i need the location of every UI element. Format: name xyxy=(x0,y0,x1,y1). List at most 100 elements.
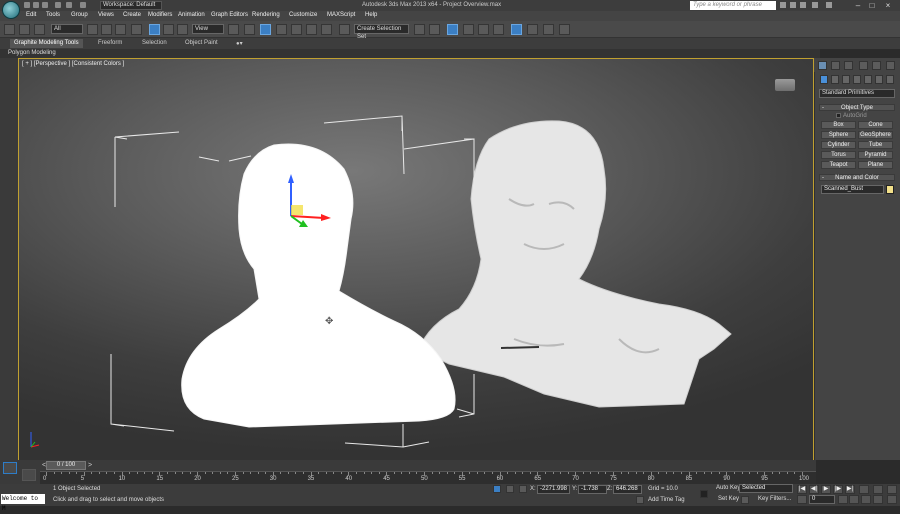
layer-manager-icon[interactable] xyxy=(447,24,458,35)
modify-tab-icon[interactable] xyxy=(831,61,840,70)
maximize-icon[interactable]: □ xyxy=(866,0,878,11)
reference-coordinate-select[interactable]: View xyxy=(192,24,224,34)
key-filters-button[interactable]: Key Filters... xyxy=(758,495,791,504)
field-of-view-icon[interactable] xyxy=(861,495,871,504)
autogrid-checkbox[interactable]: AutoGrid xyxy=(836,113,867,119)
pyramid-button[interactable]: Pyramid xyxy=(858,151,893,159)
menu-rendering[interactable]: Rendering xyxy=(252,12,280,18)
default-in-out-tangents-icon[interactable] xyxy=(741,496,749,504)
pan-view-icon[interactable] xyxy=(849,495,859,504)
keyboard-shortcut-override-icon[interactable] xyxy=(260,24,271,35)
communication-center-icon[interactable] xyxy=(800,2,806,8)
search-input[interactable]: Type a keyword or phrase xyxy=(690,1,776,10)
helpers-icon[interactable] xyxy=(864,75,872,84)
project-folder-icon[interactable] xyxy=(80,2,86,8)
geosphere-button[interactable]: GeoSphere xyxy=(858,131,893,139)
window-crossing-icon[interactable] xyxy=(131,24,142,35)
zoom-icon[interactable] xyxy=(859,485,869,494)
render-production-icon[interactable] xyxy=(559,24,570,35)
tab-object-paint[interactable]: Object Paint xyxy=(185,40,218,46)
sphere-button[interactable]: Sphere xyxy=(821,131,856,139)
space-warps-icon[interactable] xyxy=(875,75,883,84)
graphite-toggle-icon[interactable] xyxy=(463,24,474,35)
menu-customize[interactable]: Customize xyxy=(289,12,317,18)
close-icon[interactable]: × xyxy=(882,0,894,11)
auto-key-button[interactable]: Auto Key xyxy=(716,484,740,493)
select-manipulate-icon[interactable] xyxy=(244,24,255,35)
mini-curve-editor-icon[interactable] xyxy=(3,462,17,474)
lights-icon[interactable] xyxy=(842,75,850,84)
cone-button[interactable]: Cone xyxy=(858,121,893,129)
menu-edit[interactable]: Edit xyxy=(26,12,36,18)
minimize-icon[interactable]: – xyxy=(852,0,864,11)
edit-named-selection-icon[interactable] xyxy=(339,24,350,35)
unlink-icon[interactable] xyxy=(19,24,30,35)
select-and-scale-icon[interactable] xyxy=(177,24,188,35)
named-selection-sets-select[interactable]: Create Selection Set xyxy=(354,24,409,40)
next-frame-icon[interactable]: |▶ xyxy=(833,485,843,494)
menu-tools[interactable]: Tools xyxy=(46,12,60,18)
mirror-icon[interactable] xyxy=(414,24,425,35)
object-type-rollout[interactable]: Object Type xyxy=(819,104,895,112)
timeline-toggle-icon[interactable] xyxy=(22,469,36,481)
cameras-icon[interactable] xyxy=(853,75,861,84)
z-coordinate-field[interactable]: 646.268 xyxy=(613,485,642,494)
workspace-select[interactable]: Workspace: Default xyxy=(100,1,162,10)
box-button[interactable]: Box xyxy=(821,121,856,129)
tab-freeform[interactable]: Freeform xyxy=(98,40,122,46)
systems-icon[interactable] xyxy=(886,75,894,84)
new-file-icon[interactable] xyxy=(24,2,30,8)
next-frame-arrow-icon[interactable]: > xyxy=(86,461,94,470)
create-tab-icon[interactable] xyxy=(818,61,827,70)
time-slider-knob[interactable]: 0 / 100 xyxy=(46,461,86,470)
menu-modifiers[interactable]: Modifiers xyxy=(148,12,172,18)
orbit-icon[interactable] xyxy=(873,495,883,504)
utilities-tab-icon[interactable] xyxy=(886,61,895,70)
pivot-center-icon[interactable] xyxy=(228,24,239,35)
go-to-start-icon[interactable]: |◀ xyxy=(797,485,807,494)
tab-selection[interactable]: Selection xyxy=(142,40,167,46)
favorites-icon[interactable] xyxy=(812,2,818,8)
subscription-icon[interactable] xyxy=(790,2,796,8)
angle-snap-icon[interactable] xyxy=(291,24,302,35)
primitive-category-select[interactable]: Standard Primitives xyxy=(819,89,895,98)
shapes-icon[interactable] xyxy=(831,75,839,84)
selection-filter-select[interactable]: All xyxy=(51,24,83,34)
menu-help[interactable]: Help xyxy=(365,12,377,18)
maxscript-listener[interactable]: Welcome to M xyxy=(1,494,45,512)
x-coordinate-field[interactable]: -2271.998 xyxy=(537,485,570,494)
snaps-toggle-icon[interactable] xyxy=(276,24,287,35)
schematic-view-icon[interactable] xyxy=(493,24,504,35)
track-bar[interactable]: 0 5 10 15 20 25 30 35 40 45 50 55 60 65 70 75 80 85 90 95 10… xyxy=(40,471,816,484)
undo-icon[interactable] xyxy=(55,2,61,8)
search-icon[interactable] xyxy=(780,2,786,8)
curve-editor-icon[interactable] xyxy=(478,24,489,35)
y-coordinate-field[interactable]: -1.738 xyxy=(578,485,607,494)
current-frame-field[interactable]: 0 xyxy=(809,495,835,504)
rendered-frame-window-icon[interactable] xyxy=(543,24,554,35)
geometry-icon[interactable] xyxy=(820,75,828,84)
polygon-modeling-label[interactable]: Polygon Modeling xyxy=(8,50,56,56)
plane-button[interactable]: Plane xyxy=(858,161,893,169)
add-time-tag-button[interactable]: Add Time Tag xyxy=(648,496,685,505)
maximize-viewport-icon[interactable] xyxy=(887,495,897,504)
select-object-icon[interactable] xyxy=(87,24,98,35)
menu-create[interactable]: Create xyxy=(123,12,141,18)
object-name-field[interactable]: Scanned_Bust xyxy=(821,185,884,194)
teapot-button[interactable]: Teapot xyxy=(821,161,856,169)
time-slider[interactable] xyxy=(40,460,816,471)
key-mode-toggle-icon[interactable] xyxy=(797,495,807,504)
rectangular-selection-icon[interactable] xyxy=(115,24,126,35)
isolate-selection-icon[interactable] xyxy=(493,485,501,493)
align-icon[interactable] xyxy=(429,24,440,35)
render-setup-icon[interactable] xyxy=(527,24,538,35)
select-by-name-icon[interactable] xyxy=(101,24,112,35)
percent-snap-icon[interactable] xyxy=(306,24,317,35)
object-color-swatch[interactable] xyxy=(886,185,894,194)
cylinder-button[interactable]: Cylinder xyxy=(821,141,856,149)
menu-views[interactable]: Views xyxy=(98,12,114,18)
tube-button[interactable]: Tube xyxy=(858,141,893,149)
menu-animation[interactable]: Animation xyxy=(178,12,205,18)
torus-button[interactable]: Torus xyxy=(821,151,856,159)
redo-icon[interactable] xyxy=(66,2,72,8)
